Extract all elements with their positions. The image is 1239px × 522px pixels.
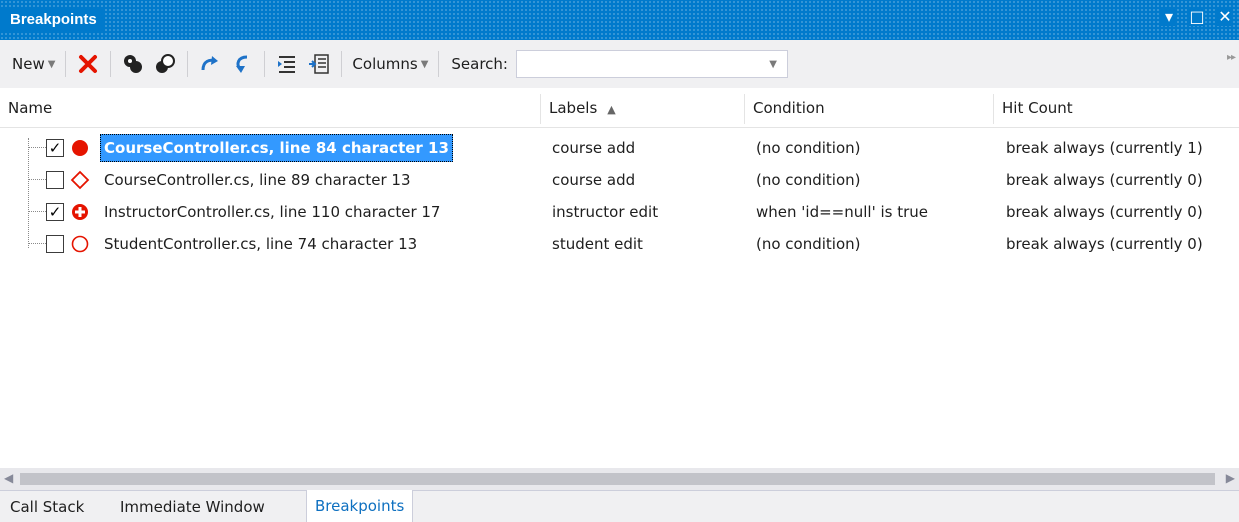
go-to-source-icon[interactable]: [197, 51, 223, 77]
column-header-labels-label: Labels: [549, 99, 598, 117]
breakpoint-labels: course add: [552, 139, 636, 157]
breakpoint-icon: [72, 140, 88, 156]
breakpoint-condition: when 'id==null' is true: [756, 203, 929, 221]
column-header-hit-count[interactable]: Hit Count: [994, 88, 1239, 128]
chevron-down-icon[interactable]: ▼: [769, 59, 777, 70]
go-to-disassembly-icon[interactable]: [229, 51, 255, 77]
search-combobox[interactable]: ▼: [515, 50, 788, 78]
breakpoint-condition: (no condition): [756, 235, 861, 253]
breakpoint-labels: course add: [552, 171, 636, 189]
tab-immediate-window[interactable]: Immediate Window: [112, 491, 273, 522]
chevron-down-icon: ▼: [420, 58, 429, 70]
window-controls: ▾ □ ✕: [1161, 8, 1233, 26]
conditional-breakpoint-icon: [72, 204, 88, 220]
table-row[interactable]: StudentController.cs, line 74 character …: [0, 228, 1239, 260]
disable-all-icon[interactable]: [120, 51, 146, 77]
toolbar-separator: [187, 51, 189, 77]
table-row[interactable]: ✓ InstructorController.cs, line 110 char…: [0, 196, 1239, 228]
close-icon[interactable]: ✕: [1217, 8, 1233, 26]
breakpoint-condition: (no condition): [756, 171, 861, 189]
breakpoint-hit-count: break always (currently 0): [1006, 171, 1203, 189]
breakpoint-hit-count: break always (currently 0): [1006, 203, 1203, 221]
delete-icon[interactable]: [75, 51, 101, 77]
breakpoint-labels: student edit: [552, 235, 643, 253]
breakpoint-hit-count: break always (currently 0): [1006, 235, 1203, 253]
column-header-name[interactable]: Name: [0, 88, 540, 128]
tracepoint-disabled-icon: [70, 170, 90, 190]
search-label: Search:: [451, 55, 508, 73]
breakpoints-toolbar: New ▼ Columns ▼ Search: ▼ ▸▸: [0, 40, 1239, 88]
scroll-left-icon[interactable]: ◀: [4, 471, 13, 485]
table-row[interactable]: ✓ CourseController.cs, line 84 character…: [0, 132, 1239, 164]
breakpoint-enabled-checkbox[interactable]: [46, 235, 64, 253]
breakpoint-location[interactable]: CourseController.cs, line 89 character 1…: [104, 164, 411, 196]
bottom-tab-strip: Call Stack Immediate Window Breakpoints: [0, 490, 1239, 522]
tree-connector: [28, 147, 46, 148]
search-input[interactable]: [516, 51, 787, 77]
table-row[interactable]: CourseController.cs, line 89 character 1…: [0, 164, 1239, 196]
tree-connector: [28, 179, 46, 180]
toolbar-separator: [264, 51, 266, 77]
column-header-hit-count-label: Hit Count: [1002, 99, 1073, 117]
column-header-condition[interactable]: Condition: [745, 88, 993, 128]
tree-connector: [28, 211, 46, 212]
breakpoint-enabled-checkbox[interactable]: ✓: [46, 203, 64, 221]
tab-call-stack[interactable]: Call Stack: [2, 491, 92, 522]
export-icon[interactable]: [274, 51, 300, 77]
breakpoint-condition: (no condition): [756, 139, 861, 157]
toolbar-separator: [438, 51, 440, 77]
column-header-row: Name Labels ▲ Condition Hit Count: [0, 88, 1239, 128]
toolbar-separator: [341, 51, 343, 77]
breakpoint-hit-count: break always (currently 1): [1006, 139, 1203, 157]
scroll-right-icon[interactable]: ▶: [1226, 471, 1235, 485]
chevron-down-icon: ▼: [47, 58, 56, 70]
column-header-name-label: Name: [8, 99, 53, 117]
columns-button-label: Columns: [352, 55, 418, 73]
tool-window-titlebar: Breakpoints ▾ □ ✕: [0, 0, 1239, 40]
column-header-condition-label: Condition: [753, 99, 825, 117]
tree-connector: [28, 243, 46, 244]
maximize-icon[interactable]: □: [1189, 8, 1205, 26]
toolbar-separator: [110, 51, 112, 77]
scrollbar-thumb[interactable]: [20, 473, 1215, 485]
column-header-labels[interactable]: Labels ▲: [541, 88, 744, 128]
toolbar-overflow-icon[interactable]: ▸▸: [1227, 52, 1236, 63]
tab-breakpoints[interactable]: Breakpoints: [306, 490, 414, 522]
breakpoint-labels: instructor edit: [552, 203, 659, 221]
new-button[interactable]: New ▼: [8, 49, 59, 79]
breakpoint-location[interactable]: CourseController.cs, line 84 character 1…: [100, 134, 453, 162]
breakpoint-location[interactable]: StudentController.cs, line 74 character …: [104, 228, 417, 260]
horizontal-scrollbar[interactable]: ◀ ▶: [0, 468, 1239, 490]
columns-button[interactable]: Columns ▼: [348, 49, 432, 79]
import-icon[interactable]: [306, 51, 332, 77]
new-button-label: New: [12, 55, 45, 73]
breakpoint-disabled-icon: [71, 235, 89, 253]
breakpoint-location[interactable]: InstructorController.cs, line 110 charac…: [104, 196, 440, 228]
window-title: Breakpoints: [0, 8, 105, 32]
window-menu-dropdown-icon[interactable]: ▾: [1161, 8, 1177, 26]
enable-all-icon[interactable]: [152, 51, 178, 77]
breakpoint-enabled-checkbox[interactable]: [46, 171, 64, 189]
breakpoint-enabled-checkbox[interactable]: ✓: [46, 139, 64, 157]
toolbar-separator: [65, 51, 67, 77]
sort-ascending-icon: ▲: [607, 103, 616, 116]
